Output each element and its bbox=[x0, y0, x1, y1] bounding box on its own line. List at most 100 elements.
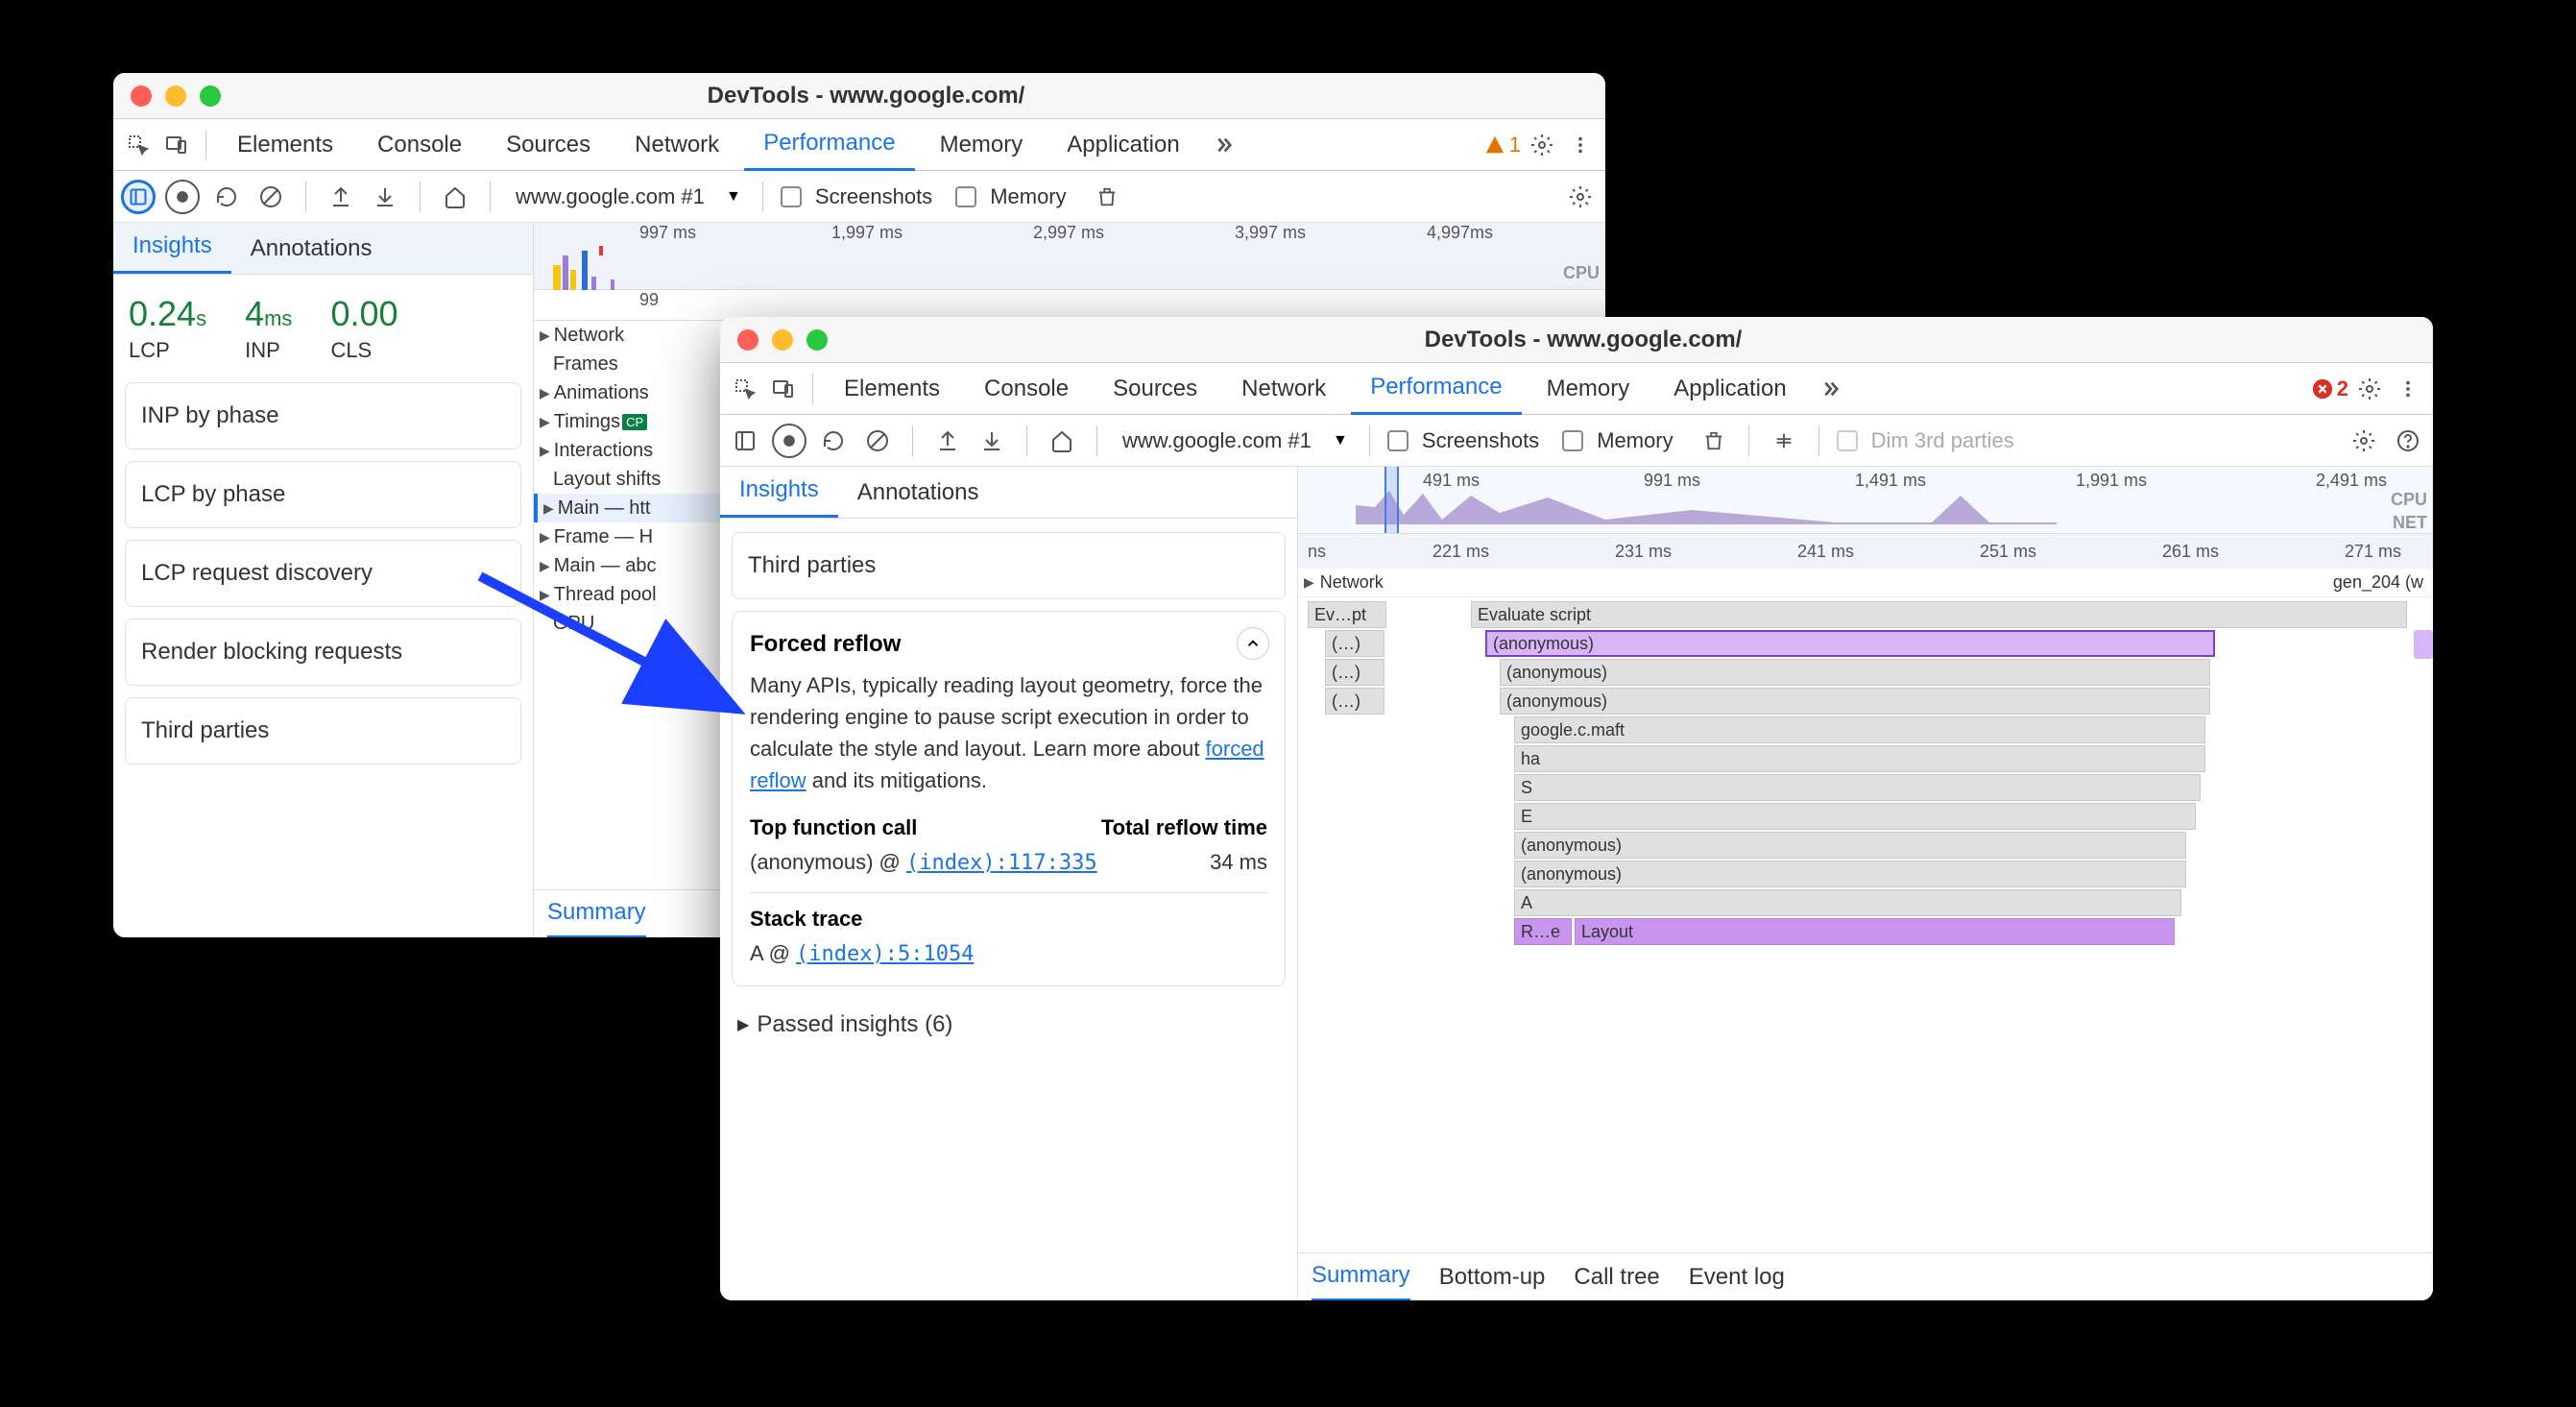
flame-bar[interactable]: (anonymous) bbox=[1500, 688, 2210, 715]
passed-insights-toggle[interactable]: ▶Passed insights (6) bbox=[720, 998, 1297, 1052]
tab-console[interactable]: Console bbox=[965, 364, 1088, 414]
tab-network[interactable]: Network bbox=[1222, 364, 1345, 414]
flame-bar[interactable]: Evaluate script bbox=[1471, 601, 2407, 628]
device-mode-icon[interactable] bbox=[766, 372, 801, 406]
record-button[interactable] bbox=[165, 180, 200, 214]
dropdown-icon[interactable]: ▼ bbox=[722, 185, 745, 208]
settings-icon[interactable] bbox=[2352, 372, 2387, 406]
flame-time-ruler[interactable]: ns 221 ms 231 ms 241 ms 251 ms 261 ms 27… bbox=[1298, 534, 2433, 569]
dim-3rd-parties-checkbox[interactable] bbox=[1837, 430, 1858, 451]
flame-bar[interactable]: R…e bbox=[1514, 918, 1572, 945]
collapse-button[interactable] bbox=[1237, 627, 1269, 660]
metric-cls[interactable]: 0.00CLS bbox=[330, 294, 397, 363]
help-icon[interactable] bbox=[2391, 424, 2425, 458]
insight-third-parties[interactable]: Third parties bbox=[732, 532, 1286, 599]
tab-console[interactable]: Console bbox=[358, 120, 481, 170]
dropdown-icon[interactable]: ▼ bbox=[1329, 429, 1352, 452]
warning-badge[interactable]: 1 bbox=[1484, 133, 1521, 158]
footer-tab-eventlog[interactable]: Event log bbox=[1689, 1254, 1785, 1300]
clear-icon[interactable] bbox=[253, 180, 288, 214]
memory-checkbox[interactable] bbox=[1562, 430, 1583, 451]
flame-bar[interactable]: Layout bbox=[1575, 918, 2175, 945]
flame-bar[interactable]: (anonymous) bbox=[1500, 659, 2210, 686]
flame-bar[interactable]: ha bbox=[1514, 745, 2205, 772]
tab-elements[interactable]: Elements bbox=[218, 120, 352, 170]
flame-bar[interactable]: Ev…pt bbox=[1308, 601, 1386, 628]
tab-sources[interactable]: Sources bbox=[1094, 364, 1216, 414]
footer-tab-summary[interactable]: Summary bbox=[1312, 1252, 1410, 1300]
sidebar-tab-insights[interactable]: Insights bbox=[113, 221, 231, 274]
footer-tab-summary[interactable]: Summary bbox=[547, 889, 646, 937]
reload-record-icon[interactable] bbox=[816, 424, 851, 458]
sidebar-tab-annotations[interactable]: Annotations bbox=[231, 224, 392, 274]
device-mode-icon[interactable] bbox=[159, 128, 194, 162]
home-icon[interactable] bbox=[1045, 424, 1079, 458]
sidebar-tab-insights[interactable]: Insights bbox=[720, 465, 838, 518]
insight-render-blocking[interactable]: Render blocking requests bbox=[125, 619, 521, 686]
stack-source-link[interactable]: (index):5:1054 bbox=[796, 942, 974, 966]
capture-settings-icon[interactable] bbox=[1563, 180, 1598, 214]
upload-icon[interactable] bbox=[324, 180, 358, 214]
insight-lcp-discovery[interactable]: LCP request discovery bbox=[125, 540, 521, 607]
shortcuts-icon[interactable] bbox=[1767, 424, 1801, 458]
tab-performance[interactable]: Performance bbox=[1351, 362, 1521, 415]
home-icon[interactable] bbox=[438, 180, 472, 214]
footer-tab-calltree[interactable]: Call tree bbox=[1574, 1254, 1659, 1300]
tab-performance[interactable]: Performance bbox=[744, 118, 914, 171]
insight-lcp-phase[interactable]: LCP by phase bbox=[125, 461, 521, 528]
tab-memory[interactable]: Memory bbox=[1528, 364, 1649, 414]
settings-icon[interactable] bbox=[1525, 128, 1559, 162]
flame-bar[interactable]: (…) bbox=[1325, 688, 1384, 715]
flame-bar[interactable]: google.c.maft bbox=[1514, 716, 2205, 743]
flame-bar[interactable]: E bbox=[1514, 803, 2196, 830]
trash-icon[interactable] bbox=[1697, 424, 1731, 458]
sidebar-tab-annotations[interactable]: Annotations bbox=[838, 468, 999, 518]
trash-icon[interactable] bbox=[1090, 180, 1124, 214]
capture-settings-icon[interactable] bbox=[2347, 424, 2381, 458]
insight-inp-phase[interactable]: INP by phase bbox=[125, 382, 521, 449]
download-icon[interactable] bbox=[368, 180, 402, 214]
inspect-icon[interactable] bbox=[728, 372, 762, 406]
flame-bar-selected[interactable]: (anonymous) bbox=[1485, 630, 2215, 657]
tab-application[interactable]: Application bbox=[1654, 364, 1805, 414]
more-tabs-icon[interactable] bbox=[1205, 128, 1240, 162]
source-link[interactable]: (index):117:335 bbox=[906, 851, 1097, 875]
overview-strip[interactable]: 491 ms 991 ms 1,491 ms 1,991 ms 2,491 ms… bbox=[1298, 467, 2433, 534]
network-track-header[interactable]: ▶Network gen_204 (w bbox=[1298, 569, 2433, 597]
flame-chart-area[interactable]: 491 ms 991 ms 1,491 ms 1,991 ms 2,491 ms… bbox=[1298, 467, 2433, 1300]
screenshots-checkbox[interactable] bbox=[781, 186, 802, 207]
tab-network[interactable]: Network bbox=[615, 120, 738, 170]
flame-bar[interactable]: A bbox=[1514, 889, 2181, 916]
flame-bar[interactable]: (anonymous) bbox=[1514, 832, 2186, 859]
error-badge[interactable]: 2 bbox=[2312, 376, 2348, 401]
kebab-menu-icon[interactable] bbox=[1563, 128, 1598, 162]
flame-bar[interactable]: (…) bbox=[1325, 630, 1384, 657]
screenshots-checkbox[interactable] bbox=[1387, 430, 1408, 451]
tab-elements[interactable]: Elements bbox=[825, 364, 959, 414]
metric-lcp[interactable]: 0.24sLCP bbox=[129, 294, 206, 363]
recording-selector[interactable]: www.google.com #1 bbox=[1115, 425, 1319, 457]
overview-selection[interactable] bbox=[1384, 467, 1399, 533]
flame-bar[interactable]: (anonymous) bbox=[1514, 861, 2186, 887]
toggle-sidebar-button[interactable] bbox=[728, 424, 762, 458]
clear-icon[interactable] bbox=[860, 424, 895, 458]
time-ruler[interactable]: 997 ms 1,997 ms 2,997 ms 3,997 ms 4,997m… bbox=[534, 223, 1605, 290]
flame-chart[interactable]: Ev…pt (…) (…) (…) Evaluate script (anony… bbox=[1298, 597, 2433, 1039]
tab-memory[interactable]: Memory bbox=[921, 120, 1043, 170]
flame-bar[interactable]: (…) bbox=[1325, 659, 1384, 686]
insight-third-parties[interactable]: Third parties bbox=[125, 697, 521, 764]
scrollbar-thumb[interactable] bbox=[2414, 630, 2433, 659]
kebab-menu-icon[interactable] bbox=[2391, 372, 2425, 406]
tab-application[interactable]: Application bbox=[1047, 120, 1198, 170]
tab-sources[interactable]: Sources bbox=[487, 120, 610, 170]
reload-record-icon[interactable] bbox=[209, 180, 244, 214]
recording-selector[interactable]: www.google.com #1 bbox=[508, 181, 712, 213]
upload-icon[interactable] bbox=[930, 424, 965, 458]
more-tabs-icon[interactable] bbox=[1812, 372, 1846, 406]
record-button[interactable] bbox=[772, 424, 807, 458]
download-icon[interactable] bbox=[975, 424, 1009, 458]
flame-bar[interactable]: S bbox=[1514, 774, 2201, 801]
toggle-sidebar-button[interactable] bbox=[121, 180, 156, 214]
inspect-icon[interactable] bbox=[121, 128, 156, 162]
footer-tab-bottomup[interactable]: Bottom-up bbox=[1439, 1254, 1546, 1300]
